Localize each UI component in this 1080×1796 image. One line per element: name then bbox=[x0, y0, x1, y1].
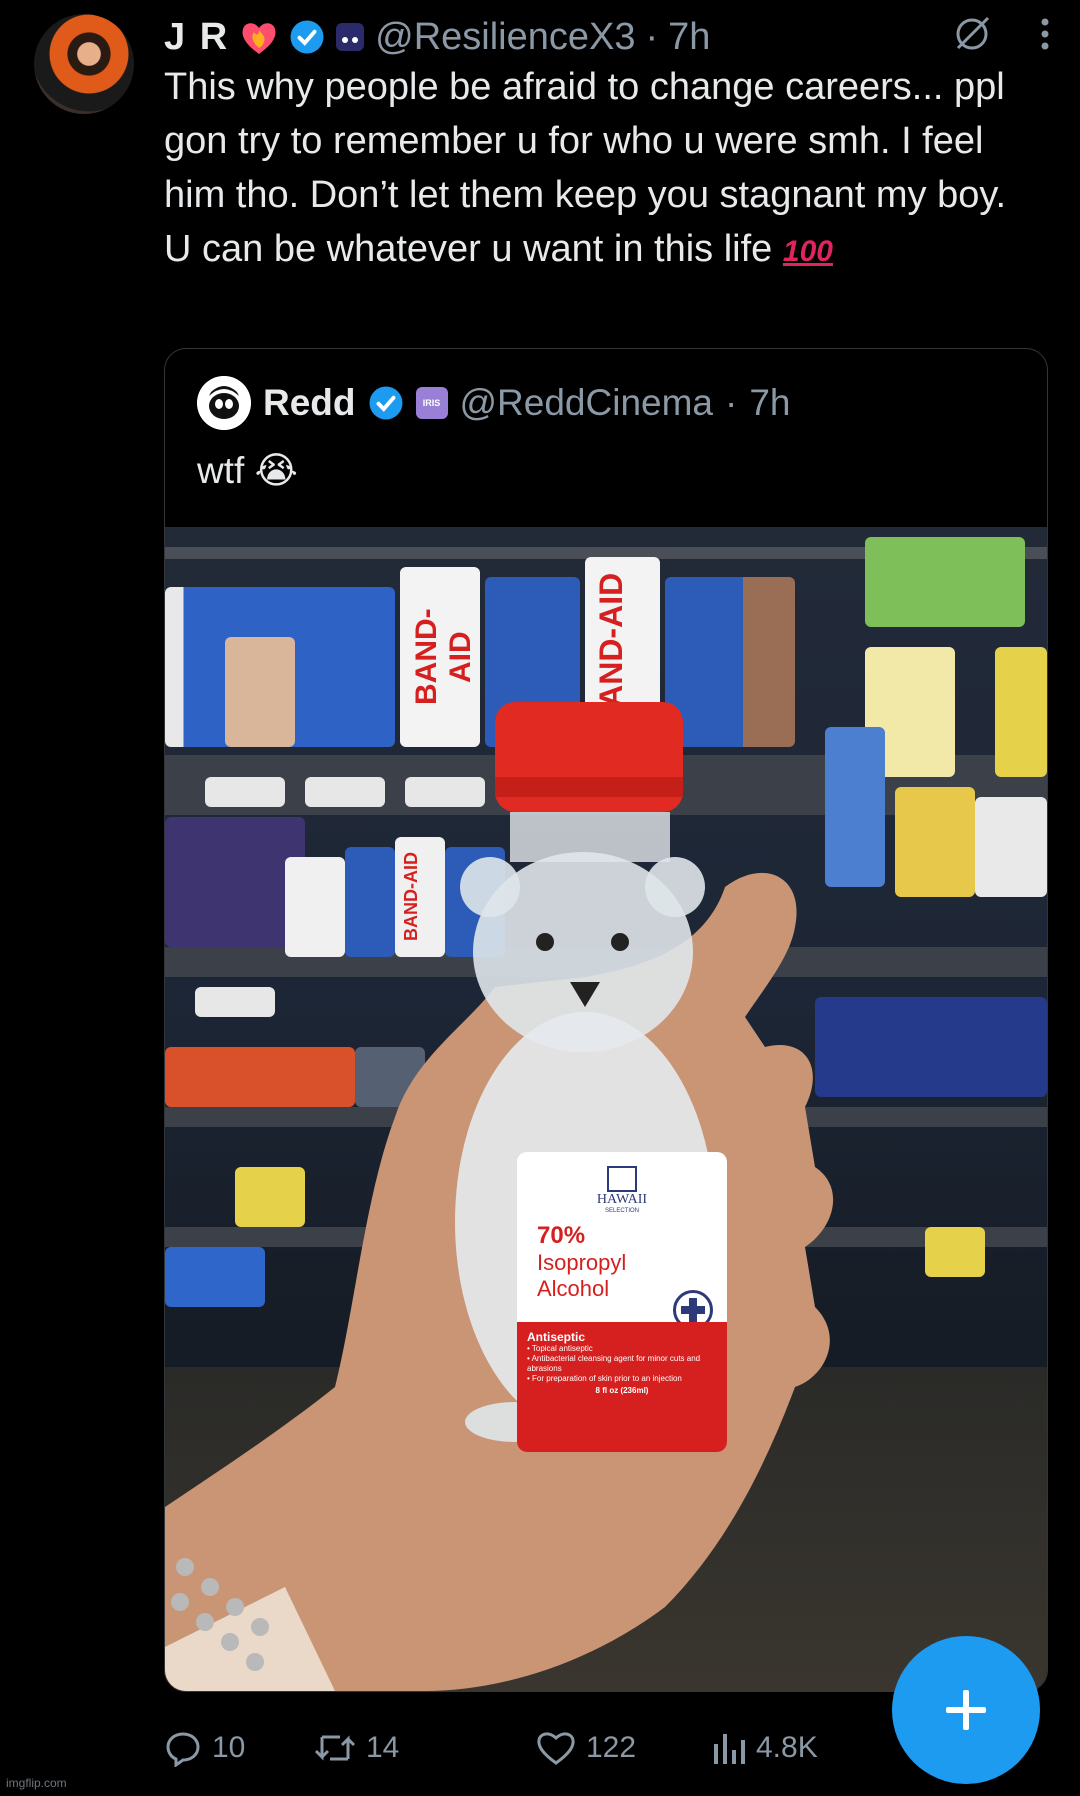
label-percent: 70% bbox=[537, 1222, 586, 1249]
affiliate-badge-icon bbox=[336, 23, 365, 51]
label-logo-icon bbox=[607, 1166, 637, 1192]
repost-icon bbox=[314, 1735, 356, 1761]
label-antiseptic: Antiseptic bbox=[527, 1330, 586, 1344]
author-avatar[interactable] bbox=[34, 14, 134, 114]
tweet-header: J R @ResilienceX3 · 7h bbox=[164, 12, 710, 62]
quoted-tweet-text: wtf 😭 bbox=[197, 449, 298, 492]
compose-fab-button[interactable] bbox=[892, 1636, 1040, 1784]
medicine-box bbox=[825, 727, 885, 887]
price-tag bbox=[995, 647, 1047, 777]
plus-icon bbox=[946, 1690, 986, 1730]
quoted-tweet-photo[interactable]: BAND-AID BAND-AID BAND-AID HAWAII SELECT… bbox=[165, 527, 1047, 1691]
quoted-tweet[interactable]: Redd IRIS @ReddCinema · 7h wtf 😭 BAND-AI… bbox=[164, 348, 1048, 1692]
more-options-icon[interactable] bbox=[1038, 14, 1052, 54]
like-count: 122 bbox=[586, 1731, 637, 1764]
label-line1: Isopropyl bbox=[537, 1250, 627, 1275]
tweet-top-icons bbox=[952, 14, 1052, 54]
heart-on-fire-icon bbox=[242, 23, 276, 54]
bandage-box bbox=[225, 637, 295, 747]
crying-face-icon: 😭 bbox=[254, 450, 298, 491]
author-name[interactable]: J R bbox=[164, 16, 229, 59]
quoted-avatar-art bbox=[197, 376, 251, 430]
quoted-tweet-time[interactable]: 7h bbox=[749, 382, 790, 424]
label-bullet-3: • For preparation of skin prior to an in… bbox=[527, 1374, 682, 1383]
tweet-time[interactable]: 7h bbox=[668, 16, 710, 59]
grok-icon[interactable] bbox=[952, 14, 992, 54]
views-chart-icon bbox=[714, 1734, 745, 1764]
repost-count: 14 bbox=[366, 1731, 400, 1764]
shelf-tag bbox=[305, 777, 385, 807]
label-size: 8 fl oz (236ml) bbox=[595, 1386, 649, 1395]
tweet-body: This why people be afraid to change care… bbox=[164, 66, 1026, 270]
bottle-label: HAWAII SELECTION 70% Isopropyl Alcohol A… bbox=[517, 1152, 727, 1452]
hundred-points-icon: 100 bbox=[782, 235, 833, 268]
quoted-author-name[interactable]: Redd bbox=[263, 382, 356, 424]
quoted-tweet-header: Redd IRIS @ReddCinema · 7h bbox=[197, 375, 791, 431]
like-button[interactable]: 122 bbox=[536, 1720, 636, 1776]
label-bullet-1: • Topical antiseptic bbox=[527, 1344, 593, 1353]
label-red-band: Antiseptic • Topical antiseptic • Antiba… bbox=[517, 1322, 727, 1452]
quoted-body: wtf bbox=[197, 450, 245, 491]
quoted-author-avatar[interactable] bbox=[197, 376, 251, 430]
author-handle[interactable]: @ResilienceX3 bbox=[375, 16, 635, 59]
views-count: 4.8K bbox=[756, 1731, 818, 1764]
like-heart-icon bbox=[537, 1732, 575, 1765]
repost-button[interactable]: 14 bbox=[314, 1720, 399, 1776]
medicine-box bbox=[865, 537, 1025, 627]
label-brand-sub: SELECTION bbox=[604, 1208, 639, 1214]
tweet-text: This why people be afraid to change care… bbox=[164, 60, 1044, 279]
verified-badge-icon bbox=[290, 20, 324, 54]
quoted-author-handle[interactable]: @ReddCinema bbox=[460, 382, 714, 424]
reply-count: 10 bbox=[212, 1731, 246, 1764]
watermark: imgflip.com bbox=[6, 1776, 67, 1790]
label-brand: HAWAII bbox=[596, 1192, 648, 1207]
quoted-verified-badge-icon bbox=[369, 386, 402, 420]
label-bullet-2: • Antibacterial cleansing agent for mino… bbox=[527, 1354, 701, 1373]
views-button[interactable]: 4.8K bbox=[712, 1720, 818, 1776]
shelf-tag bbox=[205, 777, 285, 807]
reply-button[interactable]: 10 bbox=[164, 1720, 245, 1776]
iris-badge: IRIS bbox=[415, 387, 448, 419]
quoted-separator-dot: · bbox=[725, 382, 738, 423]
tweet-actions: 10 14 122 4.8K bbox=[164, 1720, 884, 1776]
separator-dot: · bbox=[645, 15, 659, 58]
reply-icon bbox=[166, 1732, 200, 1767]
